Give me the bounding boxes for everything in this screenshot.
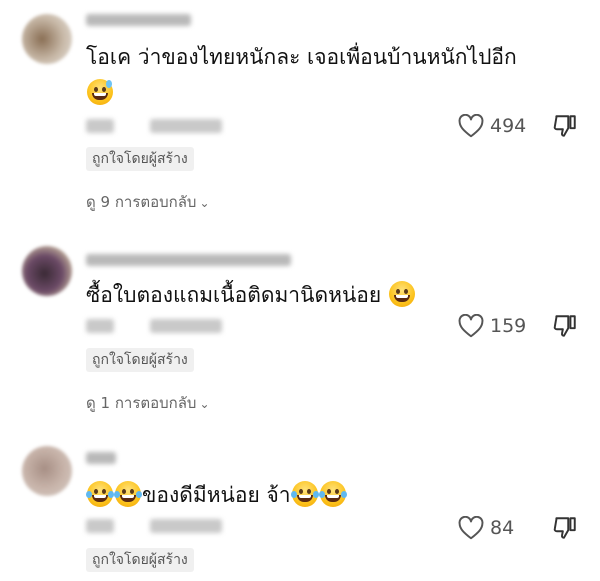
comment-3: ของดีมีหน่อย จ้า ถูกใจโดยผู้สร้าง 84 [0, 420, 600, 581]
like-count: 84 [490, 517, 515, 539]
comment-2: ซื้อใบตองแถมเนื้อติดมานิดหน่อย ถูกใจโดยผ… [0, 220, 600, 420]
thumbs-down-icon[interactable] [552, 515, 578, 541]
like-count: 494 [490, 115, 527, 137]
view-replies-button[interactable]: ดู 9 การตอบกลับ ⌄ [86, 192, 210, 213]
comment-text: ของดีมีหน่อย จ้า [86, 480, 347, 510]
tears-of-joy-emoji [290, 481, 319, 507]
tears-of-joy-emoji [318, 481, 347, 507]
view-replies-label: ดู 9 การตอบกลับ [86, 193, 197, 211]
tears-of-joy-emoji [86, 481, 114, 507]
timestamp-blurred [86, 319, 114, 333]
sweat-smile-emoji [87, 79, 113, 105]
comment-text-content: ซื้อใบตองแถมเนื้อติดมานิดหน่อย [86, 283, 382, 307]
comment-text-content: โอเค ว่าของไทยหนักละ เจอเพื่อนบ้านหนักไป… [86, 45, 517, 69]
like-button[interactable]: 159 [458, 311, 526, 341]
reply-button-blurred[interactable] [150, 519, 222, 533]
like-button[interactable]: 494 [458, 111, 526, 141]
timestamp-blurred [86, 519, 114, 533]
liked-by-creator-badge: ถูกใจโดยผู้สร้าง [86, 348, 194, 372]
thumbs-down-icon[interactable] [552, 313, 578, 339]
reply-button-blurred[interactable] [150, 319, 222, 333]
view-replies-label: ดู 1 การตอบกลับ [86, 394, 197, 412]
reply-button-blurred[interactable] [150, 119, 222, 133]
avatar[interactable] [22, 14, 72, 64]
comment-emoji-line [86, 78, 114, 108]
chevron-down-icon: ⌄ [199, 397, 210, 411]
thumbs-down-icon[interactable] [552, 113, 578, 139]
comment-text: โอเค ว่าของไทยหนักละ เจอเพื่อนบ้านหนักไป… [86, 42, 517, 72]
liked-by-creator-badge: ถูกใจโดยผู้สร้าง [86, 548, 194, 572]
tears-of-joy-emoji [114, 481, 142, 507]
like-button[interactable]: 84 [458, 513, 514, 543]
username-blurred[interactable] [86, 14, 191, 26]
heart-outline-icon [458, 516, 484, 540]
grin-emoji [388, 281, 415, 307]
chevron-down-icon: ⌄ [199, 196, 210, 210]
like-count: 159 [490, 315, 527, 337]
timestamp-blurred [86, 119, 114, 133]
heart-outline-icon [458, 314, 484, 338]
username-blurred[interactable] [86, 254, 291, 266]
comment-text-content: ของดีมีหน่อย จ้า [142, 483, 291, 507]
username-blurred[interactable] [86, 452, 116, 464]
liked-by-creator-badge: ถูกใจโดยผู้สร้าง [86, 147, 194, 171]
comment-1: โอเค ว่าของไทยหนักละ เจอเพื่อนบ้านหนักไป… [0, 0, 600, 220]
avatar[interactable] [22, 246, 72, 296]
comment-text: ซื้อใบตองแถมเนื้อติดมานิดหน่อย [86, 280, 416, 310]
avatar[interactable] [22, 446, 72, 496]
view-replies-button[interactable]: ดู 1 การตอบกลับ ⌄ [86, 393, 210, 414]
heart-outline-icon [458, 114, 484, 138]
